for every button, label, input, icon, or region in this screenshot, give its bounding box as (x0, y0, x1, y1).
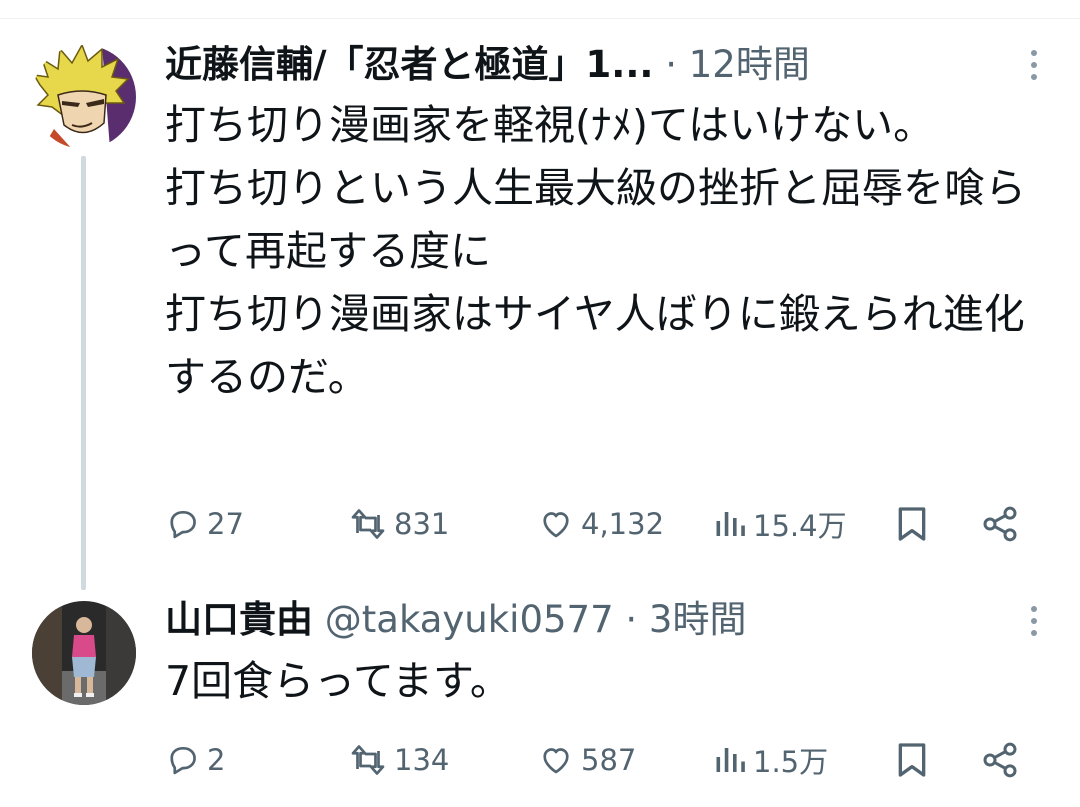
avatar[interactable] (32, 601, 136, 705)
person-photo-avatar-icon (32, 601, 136, 705)
share-icon (983, 742, 1017, 778)
tweet-actions: 2 134 587 1.5万 (165, 736, 1035, 784)
tweet-header: 山口貴由 @takayuki0577 · 3時間 (165, 596, 746, 644)
views-chart-icon (716, 748, 745, 772)
reply-icon (170, 746, 196, 775)
more-dot-icon (1031, 618, 1037, 624)
reply-count: 2 (207, 743, 226, 777)
bookmark-button[interactable] (895, 736, 929, 784)
retweet-button[interactable]: 134 (348, 736, 449, 784)
more-dot-icon (1031, 606, 1037, 612)
like-button[interactable]: 587 (537, 736, 636, 784)
views-button[interactable]: 1.5万 (713, 736, 828, 784)
like-count: 587 (581, 743, 637, 777)
views-count: 1.5万 (753, 745, 829, 779)
retweet-icon (351, 745, 385, 775)
separator: · (625, 598, 638, 641)
retweet-count: 134 (394, 743, 450, 777)
share-button[interactable] (980, 736, 1020, 784)
bookmark-icon (898, 743, 926, 777)
more-dot-icon (1031, 630, 1037, 636)
heart-icon (543, 748, 569, 774)
tweet-text: 7回食らってます。 (165, 657, 511, 705)
author-handle[interactable]: @takayuki0577 (325, 598, 614, 641)
reply-button[interactable]: 2 (165, 736, 225, 784)
tweet[interactable]: 山口貴由 @takayuki0577 · 3時間 7回食らってます。 2 134 (0, 0, 1080, 807)
more-options-button[interactable] (1030, 606, 1038, 636)
timestamp[interactable]: 3時間 (649, 598, 747, 641)
author-name[interactable]: 山口貴由 (165, 598, 313, 641)
